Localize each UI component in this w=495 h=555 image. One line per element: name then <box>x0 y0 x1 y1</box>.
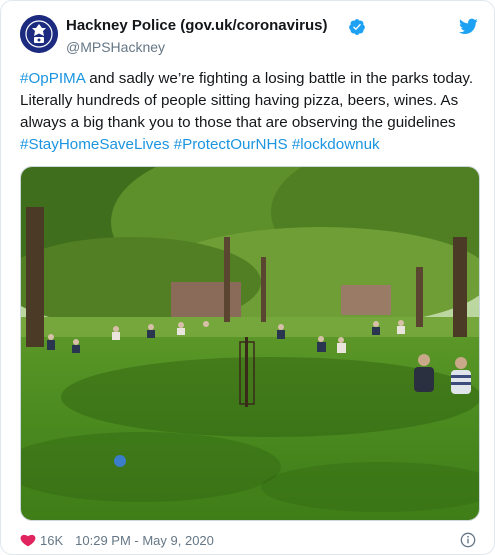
avatar[interactable] <box>20 15 58 53</box>
like-count[interactable]: 16K <box>40 533 63 548</box>
park-photo <box>21 167 479 520</box>
tweet-text: #OpPIMA and sadly we’re fighting a losin… <box>20 68 482 156</box>
tweet-footer: 16K 10:29 PM - May 9, 2020 <box>20 532 214 548</box>
tweet-body-text: and sadly we’re fighting a losing battle… <box>20 70 474 131</box>
verified-badge-icon <box>349 19 365 35</box>
hashtag-oppima[interactable]: #OpPIMA <box>20 70 85 87</box>
tweet-photo[interactable] <box>20 166 480 521</box>
hashtag-protectournhs[interactable]: #ProtectOurNHS <box>174 136 288 153</box>
tweet-timestamp[interactable]: 10:29 PM - May 9, 2020 <box>75 533 214 548</box>
info-icon[interactable] <box>460 532 476 548</box>
hashtag-lockdownuk[interactable]: #lockdownuk <box>292 136 380 153</box>
heart-icon[interactable] <box>20 532 36 548</box>
tweet-card: Hackney Police (gov.uk/coronavirus) @MPS… <box>0 0 495 555</box>
hashtag-stayhomesavelives[interactable]: #StayHomeSaveLives <box>20 136 169 153</box>
account-handle[interactable]: @MPSHackney <box>66 39 165 55</box>
display-name[interactable]: Hackney Police (gov.uk/coronavirus) <box>66 17 327 34</box>
twitter-bird-icon[interactable] <box>459 18 478 35</box>
met-police-crest-icon <box>20 15 58 53</box>
